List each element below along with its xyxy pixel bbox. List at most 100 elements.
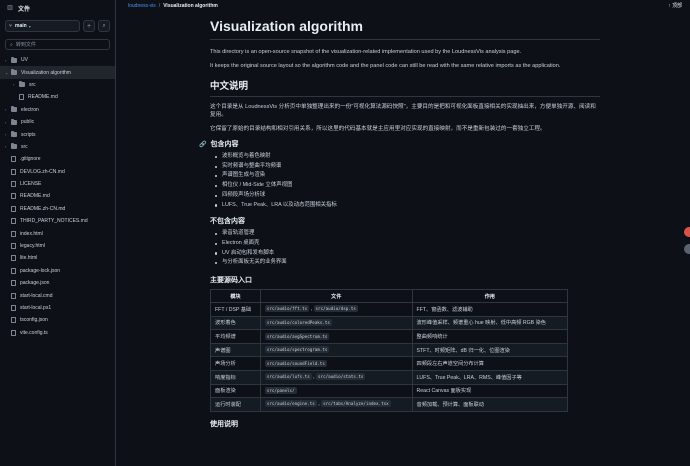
- tree-file[interactable]: THIRD_PARTY_NOTICES.md: [0, 215, 115, 227]
- tree-folder[interactable]: › src: [0, 79, 115, 91]
- table-row: 响度指标 src/audio/lufs.ts , src/audio/stats.…: [210, 370, 569, 385]
- breadcrumb-repo-link[interactable]: loudness-vis: [128, 3, 156, 9]
- tree-file[interactable]: README.md: [0, 91, 115, 103]
- includes-list: 波形概览与着色映射 实时频谱与整曲平均频谱 声谱图生成与渲染 相位仪 / Mid-Si…: [215, 152, 600, 210]
- module-cell: 声谱图: [210, 342, 261, 358]
- table-row: 运行时装配 src/audio/engine.ts , src/tabs/Anal…: [210, 397, 569, 412]
- folder-icon: [11, 56, 17, 63]
- tree-file[interactable]: index.html: [0, 227, 115, 239]
- search-button[interactable]: ⌕: [98, 20, 110, 32]
- module-cell: 面板渲染: [210, 383, 261, 399]
- tree-file[interactable]: package-lock.json: [0, 265, 115, 277]
- side-widget-bottom[interactable]: [684, 244, 690, 254]
- folder-icon: [11, 69, 17, 76]
- chevron-down-icon: ▾: [28, 23, 31, 29]
- add-file-button[interactable]: +: [83, 20, 95, 32]
- table-header-row: 模块 文件 作用: [210, 289, 569, 304]
- tree-item-label: start-local.cmd: [20, 292, 53, 299]
- tree-folder[interactable]: › electron: [0, 104, 115, 116]
- tree-file[interactable]: package.json: [0, 277, 115, 289]
- tree-item-label: UV: [21, 57, 28, 64]
- branch-selector[interactable]: ⑂ main ▾: [5, 20, 80, 32]
- files-cell: src/audio/soundField.ts: [259, 356, 413, 371]
- file-sidebar: ▥ 文件 ⑂ main ▾ + ⌕ ⌕ 转到文件 › UV ⌄ Visualizati…: [0, 0, 116, 466]
- file-path-code: src/audio/spectrogram.ts: [264, 346, 330, 354]
- file-icon: [19, 94, 24, 101]
- file-path-code: src/audio/lufs.ts: [264, 373, 312, 381]
- tree-item-label: public: [21, 119, 35, 126]
- tree-item-label: Visualization algorithm: [21, 69, 71, 76]
- file-icon: [11, 156, 16, 163]
- files-cell: src/panels/: [259, 383, 413, 399]
- tree-file[interactable]: legacy.html: [0, 240, 115, 252]
- file-path-code: src/audio/soundField.ts: [264, 359, 327, 367]
- tree-folder[interactable]: › src: [0, 141, 115, 153]
- list-item: 声谱图生成与渲染: [215, 171, 600, 181]
- tree-item-label: electron: [21, 106, 39, 113]
- sidebar-title: 文件: [18, 6, 31, 13]
- file-path-code: src/audio/dsp.ts: [313, 305, 358, 313]
- role-cell: React Canvas 面板实现: [411, 383, 569, 399]
- side-widget-top[interactable]: [684, 227, 690, 237]
- list-item: UV 启动包和发布脚本: [215, 249, 600, 259]
- tree-file[interactable]: .gitignore: [0, 153, 115, 165]
- intro-paragraph-2: It keeps the original source layout so t…: [210, 63, 561, 69]
- includes-heading-text: 包含内容: [210, 141, 239, 148]
- folder-icon: [11, 131, 17, 138]
- tree-item-label: package-lock.json: [20, 267, 61, 274]
- role-cell: 整曲频响统计: [411, 329, 569, 344]
- tree-file[interactable]: start-local.ps1: [0, 302, 115, 314]
- chinese-paragraph-1: 这个目录是从 LoudnessVis 分析页中单独整理出来的一份"可视化算法源码…: [210, 104, 596, 118]
- tree-file[interactable]: LICENSE: [0, 178, 115, 190]
- search-placeholder: 转到文件: [15, 42, 36, 48]
- files-cell: src/audio/fft.ts , src/audio/dsp.ts: [259, 302, 413, 317]
- tree-file[interactable]: tsconfig.json: [0, 314, 115, 326]
- file-icon: [11, 181, 16, 188]
- main-content: loudness-vis / Visualization algorithm ↑…: [117, 0, 690, 466]
- page-title: Visualization algorithm: [210, 18, 600, 40]
- file-path-code: src/audio/fft.ts: [264, 305, 310, 313]
- tree-file[interactable]: README.zh-CN.md: [0, 203, 115, 215]
- list-item: 实时频谱与整曲平均频谱: [215, 162, 600, 172]
- file-icon: [11, 168, 16, 175]
- tree-item-label: src: [21, 143, 28, 150]
- file-icon: [11, 243, 16, 250]
- role-cell: 波形峰值采样、频谱重心 hue 映射、低中高频 RGB 染色: [411, 315, 569, 331]
- role-cell: 四频段左右声道空间分布计算: [411, 356, 569, 371]
- folder-icon: [19, 81, 25, 88]
- tree-file[interactable]: lite.html: [0, 252, 115, 264]
- file-path-code: src/panels/: [264, 386, 297, 394]
- back-to-top-button[interactable]: ↑ 顶部: [668, 2, 682, 9]
- tree-folder[interactable]: ⌄ Visualization algorithm: [0, 66, 115, 79]
- tree-folder[interactable]: › UV: [0, 54, 115, 66]
- file-tree: › UV ⌄ Visualization algorithm › src README.md…: [0, 54, 115, 339]
- tree-item-label: .gitignore: [20, 156, 41, 163]
- tree-item-label: package.json: [20, 280, 50, 287]
- files-cell: src/audio/coloredPeaks.ts: [259, 315, 413, 331]
- go-to-file-input[interactable]: ⌕ 转到文件: [5, 39, 110, 50]
- search-icon: ⌕: [10, 41, 13, 48]
- tree-folder[interactable]: › public: [0, 116, 115, 128]
- files-cell: src/audio/spectrogram.ts: [259, 342, 413, 358]
- list-item: 录音轨道管理: [215, 229, 600, 239]
- tree-item-label: THIRD_PARTY_NOTICES.md: [20, 218, 88, 225]
- tree-file[interactable]: start-local.cmd: [0, 289, 115, 301]
- module-cell: 运行时装配: [210, 397, 261, 412]
- list-item: 波形概览与着色映射: [215, 152, 600, 162]
- folder-icon: [11, 143, 17, 150]
- files-cell: src/audio/engine.ts , src/tabs/Analyze/i…: [259, 397, 413, 412]
- table-row: 声场分析 src/audio/soundField.ts 四频段左右声道空间分布计算: [210, 356, 569, 371]
- tree-item-label: lite.html: [20, 255, 38, 262]
- tree-file[interactable]: vite.config.ts: [0, 327, 115, 339]
- tree-item-label: README.md: [28, 94, 58, 101]
- tree-item-label: src: [29, 81, 36, 88]
- tree-file[interactable]: README.md: [0, 190, 115, 202]
- module-cell: 响度指标: [210, 370, 261, 385]
- link-icon[interactable]: 🔗: [199, 141, 206, 148]
- files-panel-icon[interactable]: ▥: [6, 5, 14, 12]
- tree-file[interactable]: DEVLOG.zh-CN.md: [0, 166, 115, 178]
- readme-document: Visualization algorithm This directory i…: [199, 18, 600, 432]
- file-path-code: src/tabs/Analyze/index.tsx: [321, 400, 391, 408]
- file-icon: [11, 317, 16, 324]
- tree-folder[interactable]: › scripts: [0, 128, 115, 140]
